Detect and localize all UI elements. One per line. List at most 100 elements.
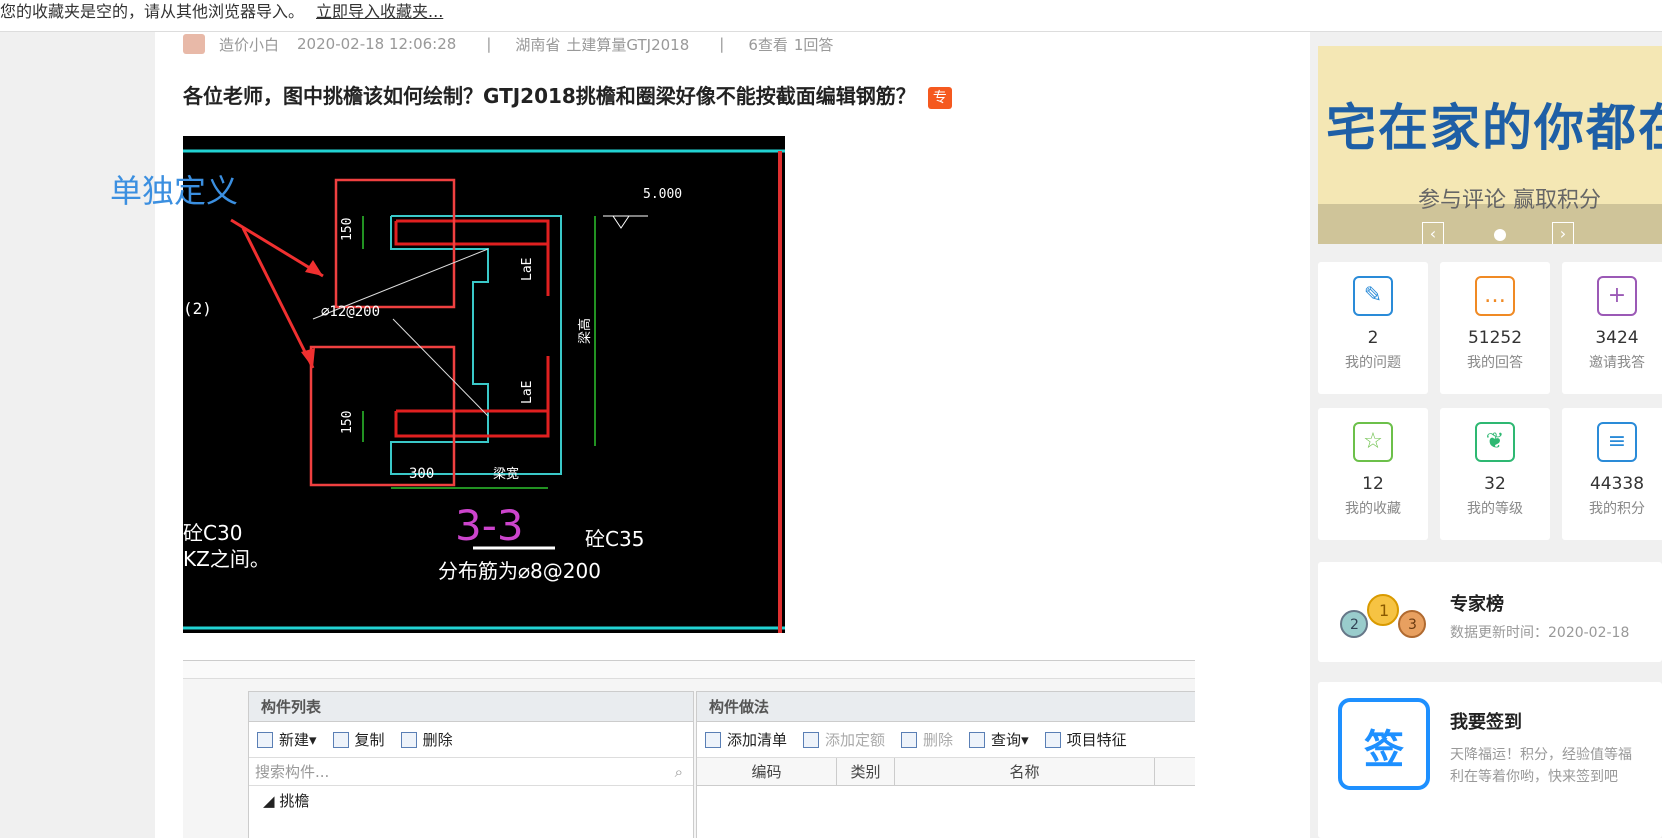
query-label: 查询 [991, 731, 1022, 749]
signin-desc-1: 天降福运！积分，经验值等福 [1450, 747, 1632, 763]
stat-my-questions[interactable]: ✎ 2 我的问题 [1318, 262, 1428, 394]
add-list-button[interactable]: 添加清单 [705, 729, 787, 750]
software-screenshot: 构件列表 新建 ▾ 复制 删除 搜索构件... ⌕ ◢ 挑檐 构件做法 添加清单 … [183, 660, 1195, 838]
new-icon [257, 731, 273, 748]
item-feature-button[interactable]: 项目特征 [1044, 729, 1127, 750]
cad-left-ref: (2) [183, 299, 212, 318]
tree-item-tiaoyan[interactable]: ◢ 挑檐 [249, 786, 693, 816]
sidebar: 宅在家的你都在做什么 参与评论 赢取积分 ‹ › ✎ 2 我的问题 … 5125… [1318, 32, 1662, 838]
author-name[interactable]: 造价小白 [219, 34, 279, 55]
col-name[interactable]: 名称 [895, 758, 1155, 785]
stat-my-answers[interactable]: … 51252 我的回答 [1440, 262, 1550, 394]
user-add-icon: + [1597, 276, 1637, 316]
search-icon: ⌕ [674, 762, 683, 781]
promo-banner[interactable]: 宅在家的你都在做什么 参与评论 赢取积分 ‹ › [1318, 46, 1662, 244]
coins-icon: ≡ [1597, 422, 1637, 462]
item-feature-label: 项目特征 [1066, 731, 1127, 749]
view-count: 6查看 [748, 35, 788, 54]
add-quota-label: 添加定额 [825, 731, 886, 749]
add-quota-icon [803, 731, 820, 748]
bookmark-empty-message: 您的收藏夹是空的，请从其他浏览器导入。 [0, 2, 305, 21]
cad-drawing-svg: 5.000 ⌀12@200 (2) 150 150 LaE LaE 梁高 300… [183, 149, 785, 633]
add-list-icon [705, 731, 721, 748]
experts-title: 专家榜 [1450, 594, 1504, 615]
banner-title: 宅在家的你都在做什么 [1326, 99, 1662, 157]
component-search-input[interactable]: 搜索构件... ⌕ [249, 758, 693, 786]
copy-button[interactable]: 复制 [332, 729, 385, 750]
component-method-title: 构件做法 [697, 692, 1195, 722]
banner-subtitle: 参与评论 赢取积分 [1418, 188, 1601, 213]
delete-icon [400, 731, 417, 748]
stat-label: 我的等级 [1467, 501, 1523, 517]
new-button[interactable]: 新建 ▾ [257, 729, 317, 750]
svg-text:2: 2 [1350, 617, 1359, 633]
stat-label: 我的回答 [1467, 355, 1523, 371]
search-placeholder: 搜索构件... [255, 763, 330, 781]
leaf-icon: ❦ [1475, 422, 1515, 462]
elev-marker [612, 215, 630, 229]
add-quota-button[interactable]: 添加定额 [803, 729, 885, 750]
cad-rebar-text: ⌀12@200 [321, 304, 380, 320]
annotation-box-bottom [309, 345, 456, 487]
question-title-text: 各位老师，图中挑檐该如何绘制？GTJ2018挑檐和圈梁好像不能按截面编辑钢筋？ [183, 84, 916, 108]
banner-prev-icon[interactable]: ‹ [1422, 222, 1444, 244]
cad-concrete-left: 砼C30 [183, 521, 242, 545]
cad-drawing-image: 5.000 ⌀12@200 (2) 150 150 LaE LaE 梁高 300… [183, 136, 785, 633]
signin-card[interactable]: 签 我要签到 天降福运！积分，经验值等福 利在等着你哟，快来签到吧 [1318, 682, 1662, 838]
stat-favorites[interactable]: ☆ 12 我的收藏 [1318, 408, 1428, 540]
delete-label: 删除 [422, 731, 453, 749]
cad-rebar-bottom [394, 409, 550, 438]
cad-beam-height: 梁高 [577, 318, 593, 344]
stat-label: 我的问题 [1345, 355, 1401, 371]
tree-item-label: 挑檐 [279, 792, 310, 810]
copy-icon [332, 731, 349, 748]
stat-invites[interactable]: + 3424 邀请我答 [1562, 262, 1662, 394]
banner-next-icon[interactable]: › [1552, 222, 1574, 244]
stat-label: 我的积分 [1589, 501, 1645, 517]
delete2-icon [901, 731, 918, 748]
add-list-label: 添加清单 [727, 731, 788, 749]
stat-level[interactable]: ❦ 32 我的等级 [1440, 408, 1550, 540]
component-method-panel: 构件做法 添加清单 添加定额 删除 查询 ▾ 项目特征 编码 类别 名称 [696, 691, 1195, 838]
stat-label: 我的收藏 [1345, 501, 1401, 517]
annotation-label: 单独定义 [110, 172, 239, 210]
post-meta: 造价小白 2020-02-18 12:06:28 | 湖南省 土建算量GTJ20… [183, 32, 839, 56]
experts-update-time: 数据更新时间：2020-02-18 [1450, 625, 1630, 641]
question-title: 各位老师，图中挑檐该如何绘制？GTJ2018挑檐和圈梁好像不能按截面编辑钢筋？ 专 [183, 80, 952, 109]
copy-label: 复制 [354, 731, 385, 749]
import-bookmarks-link[interactable]: 立即导入收藏夹... [316, 2, 443, 21]
answer-count: 1回答 [793, 35, 834, 54]
meta-divider: | [719, 35, 725, 53]
cad-dim-150-b: 150 [340, 411, 355, 434]
bookmark-bar: 您的收藏夹是空的，请从其他浏览器导入。 立即导入收藏夹... [0, 0, 1662, 32]
delete2-label: 删除 [923, 731, 954, 749]
experts-card[interactable]: 2 1 3 专家榜 数据更新时间：2020-02-18 [1318, 562, 1662, 662]
method-grid-header: 编码 类别 名称 [697, 758, 1195, 786]
avatar[interactable] [183, 34, 205, 54]
stat-value: 44338 [1589, 474, 1645, 494]
component-method-toolbar: 添加清单 添加定额 删除 查询 ▾ 项目特征 [697, 722, 1195, 758]
signin-desc-2: 利在等着你哟，快来签到吧 [1450, 769, 1618, 785]
edit-icon: ✎ [1353, 276, 1393, 316]
svg-text:3: 3 [1408, 617, 1417, 633]
chat-icon: … [1475, 276, 1515, 316]
stat-value: 12 [1362, 474, 1384, 494]
cad-rebar-top [394, 219, 550, 246]
query-button[interactable]: 查询 ▾ [969, 729, 1029, 750]
col-code[interactable]: 编码 [697, 758, 837, 785]
delete2-button[interactable]: 删除 [901, 729, 953, 750]
delete-button[interactable]: 删除 [400, 729, 453, 750]
stat-label: 邀请我答 [1589, 355, 1645, 371]
query-icon [969, 731, 986, 748]
banner-dot[interactable] [1494, 229, 1506, 241]
component-list-toolbar: 新建 ▾ 复制 删除 [249, 722, 693, 758]
stat-points[interactable]: ≡ 44338 我的积分 [1562, 408, 1662, 540]
component-list-title: 构件列表 [249, 692, 693, 722]
stat-value: 2 [1367, 328, 1379, 348]
col-type[interactable]: 类别 [837, 758, 895, 785]
cad-dim-150-a: 150 [340, 218, 355, 241]
svg-text:1: 1 [1379, 601, 1389, 620]
cad-dim-300: 300 [409, 466, 434, 482]
cad-distribution-note: 分布筋为⌀8@200 [438, 559, 601, 583]
cad-concrete-right: 砼C35 [585, 527, 644, 551]
